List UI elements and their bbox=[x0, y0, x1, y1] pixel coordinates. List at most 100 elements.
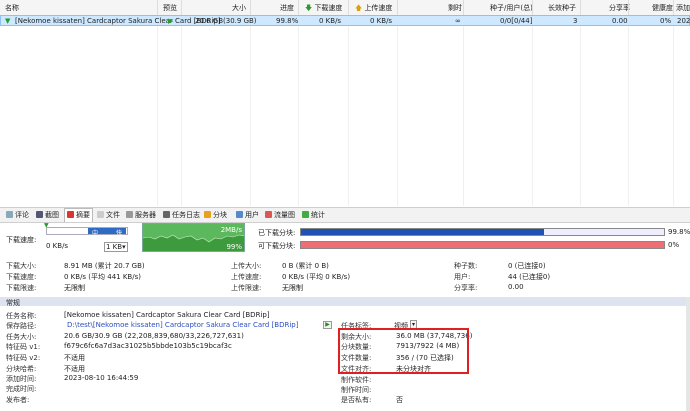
scrollbar[interactable] bbox=[686, 297, 690, 411]
detail-tabs: 评论 截图 摘要 文件 服务器 任务日志 分块 用户 流量图 统计 bbox=[0, 207, 690, 223]
dl-size-val: 8.91 MB (累计 20.7 GB) bbox=[64, 262, 145, 270]
tab-summary[interactable]: 摘要 bbox=[64, 208, 93, 222]
col-seeds[interactable]: 种子/用户(总) bbox=[490, 3, 533, 13]
dl-limit-val: 无限制 bbox=[64, 284, 85, 292]
slider-mid-label: 中 bbox=[92, 230, 99, 237]
row-size: 20.6 GB(30.9 GB) bbox=[195, 17, 257, 25]
col-dl-speed[interactable]: 🡇 下载速度 bbox=[305, 3, 342, 15]
ul-speed-val: 0 KB/s (平均 0 KB/s) bbox=[282, 273, 351, 281]
col-ul-speed[interactable]: 🡅 上传速度 bbox=[355, 3, 392, 15]
col-ratio[interactable]: 分享率 bbox=[609, 3, 630, 13]
dl-limit-key: 下载限速: bbox=[6, 284, 37, 292]
task-size-val: 20.6 GB/30.9 GB (22,208,839,680/33,226,7… bbox=[64, 332, 244, 340]
dl-size-key: 下载大小: bbox=[6, 262, 37, 270]
downloaded-pieces-fill bbox=[301, 229, 544, 235]
ul-speed-key: 上传速度: bbox=[231, 273, 262, 281]
task-size-key: 任务大小: bbox=[6, 333, 37, 341]
ul-size-key: 上传大小: bbox=[231, 262, 262, 270]
publisher-key: 发布者: bbox=[6, 396, 30, 404]
seeds-val: 0 (已连接0) bbox=[508, 262, 546, 270]
available-pieces-pct: 0% bbox=[668, 241, 680, 249]
row-progress: 99.8% bbox=[276, 17, 299, 25]
ratio-val: 0.00 bbox=[508, 283, 524, 291]
general-section-title: 常规 bbox=[6, 299, 20, 307]
tab-log[interactable]: 任务日志 bbox=[163, 210, 200, 220]
col-preview[interactable]: 预览 bbox=[163, 3, 177, 13]
col-longseed[interactable]: 长效种子 bbox=[548, 3, 576, 13]
row-eta: ∞ bbox=[455, 17, 461, 25]
speed-limit-select[interactable]: 1 KB▾ bbox=[104, 242, 128, 252]
log-icon bbox=[163, 211, 170, 218]
tab-pieces[interactable]: 分块 bbox=[204, 210, 227, 220]
piece-hash-key: 分块哈希: bbox=[6, 365, 37, 373]
up-arrow-icon: 🡅 bbox=[355, 4, 363, 12]
ul-size-val: 0 B (累计 0 B) bbox=[282, 262, 329, 270]
row-seeds: 0/0[0/44] bbox=[500, 17, 533, 25]
server-icon bbox=[126, 211, 133, 218]
down-arrow-icon: 🡇 bbox=[305, 4, 313, 12]
dl-speed-key: 下载速度: bbox=[6, 273, 37, 281]
save-path-key: 保存路径: bbox=[6, 322, 37, 330]
open-folder-play-icon[interactable]: ▶ bbox=[323, 321, 332, 329]
software-key: 制作软件: bbox=[341, 376, 372, 384]
row-down: 0 KB/s bbox=[319, 17, 342, 25]
col-eta[interactable]: 剩时 bbox=[448, 3, 462, 13]
stats-icon bbox=[302, 211, 309, 218]
peers-key: 用户: bbox=[454, 273, 471, 281]
row-ratio: 0.00 bbox=[612, 17, 628, 25]
hash-v1-val: f679c6fc6a7d3ac31025b5bbde103b5c19bcaf3c bbox=[64, 342, 232, 350]
create-time-key: 制作时间: bbox=[341, 386, 372, 394]
row-added: 2023 bbox=[677, 17, 690, 25]
torrent-list-area bbox=[0, 26, 690, 206]
graph-pct-label: 99% bbox=[226, 243, 242, 251]
downloaded-pieces-pct: 99.8% bbox=[668, 228, 690, 236]
available-pieces-label: 可下载分块: bbox=[258, 242, 296, 250]
dl-speed-label: 下载速度: bbox=[6, 236, 37, 244]
row-up: 0 KB/s bbox=[370, 17, 393, 25]
col-name[interactable]: 名称 bbox=[5, 3, 19, 13]
tab-speed-graph[interactable]: 流量图 bbox=[265, 210, 295, 220]
save-path-link[interactable]: D:\test\[Nekomoe kissaten] Cardcaptor Sa… bbox=[67, 321, 298, 329]
col-size[interactable]: 大小 bbox=[232, 3, 246, 13]
peers-val: 44 (已连接0) bbox=[508, 273, 551, 281]
added-time-key: 添加时间: bbox=[6, 375, 37, 383]
tab-screenshots[interactable]: 截图 bbox=[36, 210, 59, 220]
torrent-row[interactable]: ▼ [Nekomoe kissaten] Cardcaptor Sakura C… bbox=[0, 15, 690, 26]
private-val: 否 bbox=[396, 396, 403, 404]
hash-v2-val: 不适用 bbox=[64, 354, 85, 362]
tab-trackers[interactable]: 服务器 bbox=[126, 210, 156, 220]
downloaded-pieces-label: 已下载分块: bbox=[258, 229, 296, 237]
col-health[interactable]: 健康度 bbox=[652, 3, 673, 13]
hash-v2-key: 特征码 v2: bbox=[6, 354, 41, 362]
file-icon bbox=[97, 211, 104, 218]
added-time-val: 2023-08-10 16:44:59 bbox=[64, 374, 139, 382]
private-key: 是否私有: bbox=[341, 396, 372, 404]
general-section-header: 常规 bbox=[0, 297, 690, 307]
piece-hash-val: 不适用 bbox=[64, 365, 85, 373]
pieces-icon bbox=[204, 211, 211, 218]
row-longseed: 3 bbox=[573, 17, 578, 25]
tab-stats[interactable]: 统计 bbox=[302, 210, 325, 220]
row-name: [Nekomoe kissaten] Cardcaptor Sakura Cle… bbox=[15, 17, 221, 25]
tab-comments[interactable]: 评论 bbox=[6, 210, 29, 220]
speed-graph: 2MB/s 99% bbox=[142, 223, 245, 252]
task-name-val: [Nekomoe kissaten] Cardcaptor Sakura Cle… bbox=[64, 311, 270, 319]
users-icon bbox=[236, 211, 243, 218]
tab-peers[interactable]: 用户 bbox=[236, 210, 259, 220]
col-progress[interactable]: 进度 bbox=[280, 3, 294, 13]
available-pieces-bar bbox=[300, 241, 665, 249]
image-icon bbox=[36, 211, 43, 218]
seeds-key: 种子数: bbox=[454, 262, 478, 270]
complete-time-key: 完成时间: bbox=[6, 385, 37, 393]
highlight-box bbox=[338, 328, 469, 374]
tab-files[interactable]: 文件 bbox=[97, 210, 120, 220]
downloading-icon: ▼ bbox=[5, 17, 11, 25]
list-header: 名称 预览 大小 进度 🡇 下载速度 🡅 上传速度 剩时 种子/用户(总) 长效… bbox=[0, 0, 690, 16]
dl-speed-value: 0 KB/s bbox=[46, 242, 69, 250]
comment-icon bbox=[6, 211, 13, 218]
summary-icon bbox=[67, 211, 74, 218]
slider-fast-label: 快 bbox=[116, 230, 123, 237]
col-added[interactable]: 添加 bbox=[676, 3, 690, 13]
preview-play-icon[interactable]: ▶ bbox=[168, 17, 173, 25]
dropdown-arrow-icon: ▾ bbox=[122, 243, 126, 251]
